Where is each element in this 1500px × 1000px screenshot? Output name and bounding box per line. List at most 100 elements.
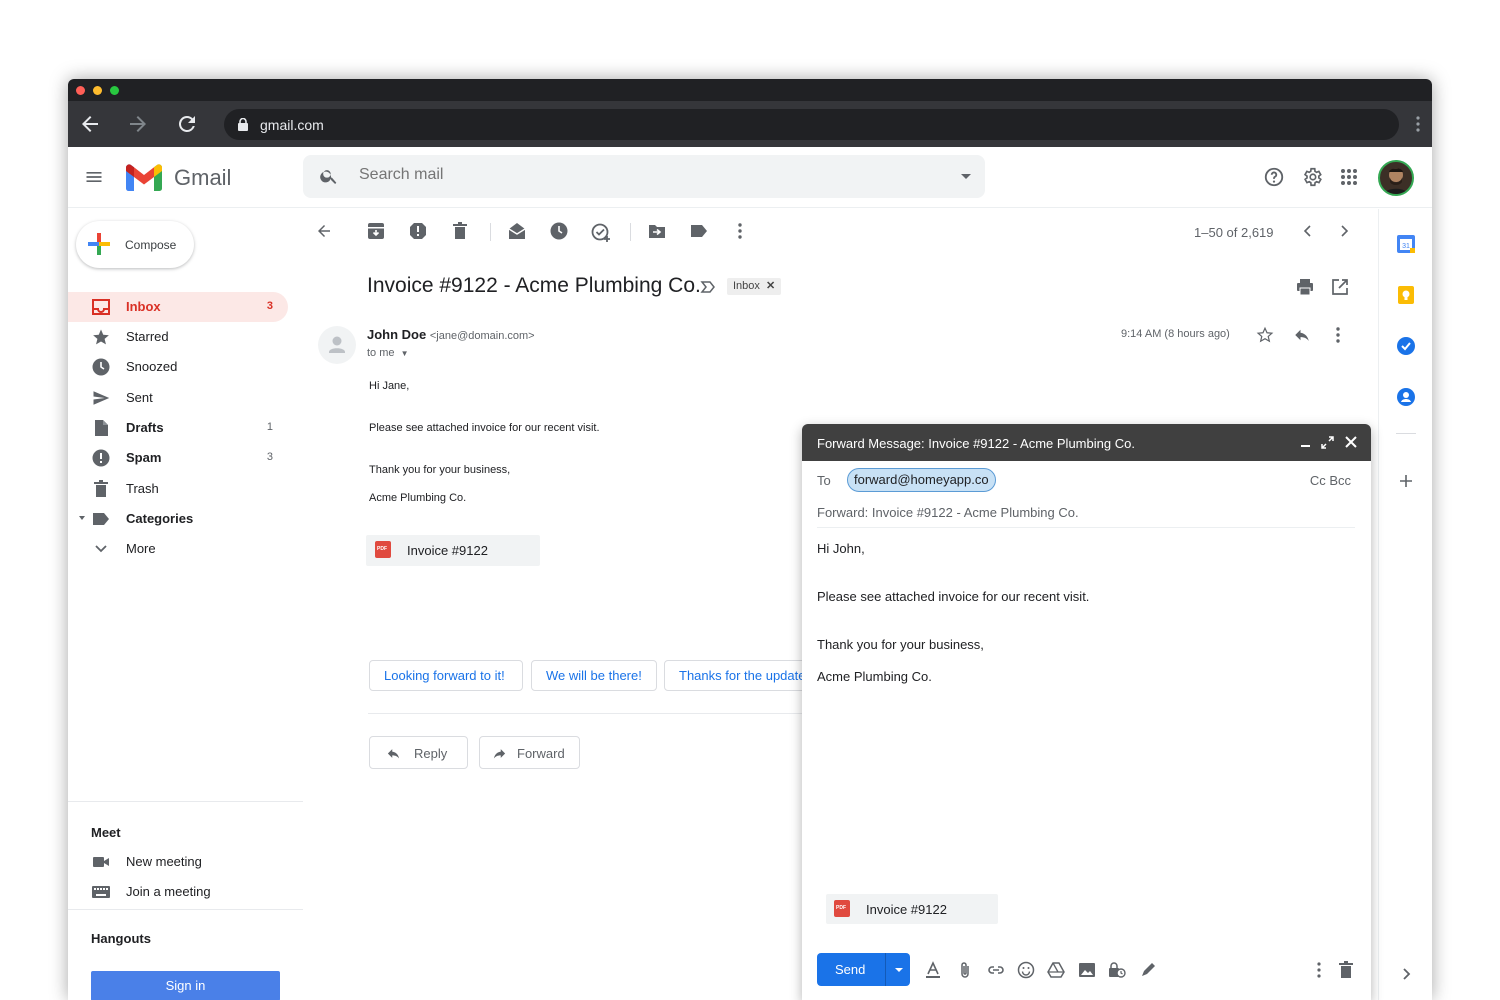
- forward-body-line[interactable]: Hi John,: [817, 541, 865, 556]
- calendar-icon[interactable]: 31: [1396, 234, 1416, 254]
- keep-icon[interactable]: [1396, 285, 1416, 305]
- add-addon-icon[interactable]: [1396, 471, 1416, 491]
- expand-panel-chevron-icon[interactable]: [1396, 964, 1416, 984]
- forward-compose-window: Forward Message: Invoice #9122 - Acme Pl…: [802, 424, 1371, 1000]
- smart-reply-chip[interactable]: Looking forward to it!: [369, 660, 523, 691]
- sender-name[interactable]: John Doe <jane@domain.com>: [367, 327, 535, 342]
- smart-reply-chip[interactable]: Thanks for the update!: [664, 660, 824, 691]
- reply-button[interactable]: Reply: [369, 736, 468, 769]
- recipient-line: to me: [367, 347, 395, 359]
- message-more-icon[interactable]: [1329, 326, 1347, 344]
- sidebar-item-drafts[interactable]: Drafts 1: [68, 413, 288, 443]
- new-meeting-link[interactable]: New meeting: [68, 847, 288, 877]
- older-chevron-icon[interactable]: [1335, 222, 1353, 240]
- open-new-window-icon[interactable]: [1331, 278, 1349, 296]
- insert-photo-icon[interactable]: [1078, 961, 1096, 979]
- cc-bcc-link[interactable]: Cc Bcc: [1310, 473, 1351, 488]
- snooze-icon[interactable]: [550, 222, 568, 240]
- reload-icon[interactable]: [175, 112, 199, 136]
- search-bar[interactable]: [303, 155, 985, 198]
- move-to-icon[interactable]: [648, 222, 666, 240]
- recipient-chip[interactable]: forward@homeyapp.co: [847, 468, 996, 492]
- confidential-mode-icon[interactable]: [1108, 961, 1126, 979]
- delete-icon[interactable]: [451, 222, 469, 240]
- apps-grid-icon[interactable]: [1340, 168, 1358, 186]
- forward-arrow-icon[interactable]: [126, 112, 150, 136]
- gear-icon[interactable]: [1301, 166, 1323, 188]
- maximize-window-dot[interactable]: [110, 86, 119, 95]
- discard-draft-icon[interactable]: [1337, 961, 1355, 979]
- more-options-icon[interactable]: [731, 222, 749, 240]
- compose-more-options-icon[interactable]: [1310, 961, 1328, 979]
- contacts-icon[interactable]: [1396, 387, 1416, 407]
- tasks-icon[interactable]: [1396, 336, 1416, 356]
- inbox-label-tag[interactable]: Inbox ✕: [727, 278, 782, 295]
- close-icon[interactable]: [1345, 436, 1357, 448]
- forward-window-header[interactable]: Forward Message: Invoice #9122 - Acme Pl…: [802, 424, 1371, 461]
- forward-button[interactable]: Forward: [479, 736, 580, 769]
- subject-field[interactable]: Forward: Invoice #9122 - Acme Plumbing C…: [817, 497, 1355, 528]
- video-camera-icon: [92, 853, 110, 871]
- signature-pen-icon[interactable]: [1139, 961, 1157, 979]
- search-icon[interactable]: [319, 166, 339, 186]
- label-as-icon[interactable]: [690, 222, 708, 240]
- send-icon: [92, 389, 110, 407]
- sidebar-item-inbox[interactable]: Inbox 3: [68, 292, 288, 322]
- recipient-details[interactable]: to me ▼: [367, 347, 409, 359]
- archive-icon[interactable]: [367, 222, 385, 240]
- menu-icon[interactable]: [84, 167, 104, 187]
- sidebar-item-label: Inbox: [126, 299, 161, 314]
- sidebar-item-trash[interactable]: Trash: [68, 474, 288, 504]
- search-options-icon[interactable]: [961, 174, 971, 179]
- search-input[interactable]: [359, 166, 919, 184]
- close-window-dot[interactable]: [76, 86, 85, 95]
- back-to-inbox-icon[interactable]: [315, 222, 333, 240]
- forward-body-line[interactable]: Acme Plumbing Co.: [817, 669, 932, 684]
- attachment-name: Invoice #9122: [866, 902, 947, 917]
- importance-marker-icon[interactable]: [700, 279, 716, 295]
- fullscreen-icon[interactable]: [1321, 436, 1334, 449]
- sidebar-item-sent[interactable]: Sent: [68, 383, 288, 413]
- sign-in-button[interactable]: Sign in: [91, 971, 280, 1000]
- send-options-icon[interactable]: [895, 968, 903, 972]
- drive-icon[interactable]: [1047, 961, 1065, 979]
- add-to-tasks-icon[interactable]: [591, 222, 610, 242]
- newer-chevron-icon[interactable]: [1299, 222, 1317, 240]
- minimize-icon[interactable]: [1301, 445, 1310, 447]
- formatting-options-icon[interactable]: [924, 961, 942, 979]
- sidebar-item-starred[interactable]: Starred: [68, 322, 288, 352]
- send-button[interactable]: Send: [817, 953, 910, 986]
- reply-icon[interactable]: [1293, 326, 1311, 344]
- forward-body-line[interactable]: Thank you for your business,: [817, 637, 984, 652]
- address-bar[interactable]: gmail.com: [224, 109, 1399, 140]
- help-icon[interactable]: [1263, 166, 1285, 188]
- compose-button[interactable]: Compose: [76, 221, 194, 268]
- remove-tag-icon[interactable]: ✕: [766, 280, 775, 292]
- sidebar-item-more[interactable]: More: [68, 534, 288, 564]
- insert-link-icon[interactable]: [987, 961, 1005, 979]
- emoji-icon[interactable]: [1017, 961, 1035, 979]
- minimize-window-dot[interactable]: [93, 86, 102, 95]
- join-meeting-link[interactable]: Join a meeting: [68, 877, 288, 907]
- expand-caret-icon[interactable]: [79, 516, 85, 520]
- mark-unread-icon[interactable]: [508, 222, 526, 240]
- sidebar-item-categories[interactable]: Categories: [68, 504, 288, 534]
- back-arrow-icon[interactable]: [78, 112, 102, 136]
- report-spam-icon[interactable]: [409, 222, 427, 240]
- star-icon[interactable]: [1256, 326, 1274, 344]
- smart-reply-chip[interactable]: We will be there!: [531, 660, 657, 691]
- browser-menu-icon[interactable]: [1416, 115, 1420, 133]
- attachment-chip[interactable]: PDF Invoice #9122: [366, 535, 540, 566]
- gmail-logo-icon[interactable]: [126, 164, 162, 191]
- avatar[interactable]: [1378, 160, 1414, 196]
- sender-avatar[interactable]: [318, 326, 356, 364]
- reply-label: Reply: [414, 746, 448, 761]
- forward-attachment-chip[interactable]: PDF Invoice #9122: [826, 894, 998, 924]
- sidebar-item-snoozed[interactable]: Snoozed: [68, 352, 288, 382]
- forward-body-line[interactable]: Please see attached invoice for our rece…: [817, 589, 1089, 604]
- to-field[interactable]: To forward@homeyapp.co Cc Bcc: [817, 461, 1355, 497]
- pagination-label: 1–50 of 2,619: [1194, 225, 1274, 240]
- sidebar-item-spam[interactable]: Spam 3: [68, 443, 288, 473]
- print-icon[interactable]: [1296, 278, 1314, 296]
- attach-files-icon[interactable]: [956, 961, 974, 979]
